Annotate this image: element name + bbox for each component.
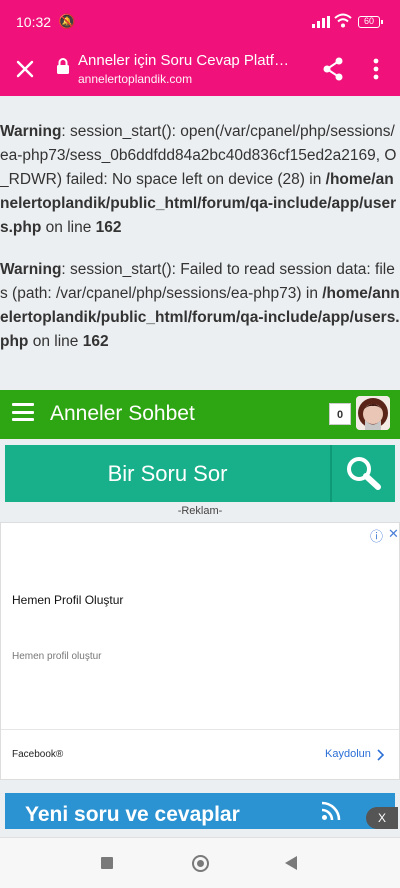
avatar[interactable]: [356, 396, 390, 430]
ask-question-button[interactable]: Bir Soru Sor: [5, 445, 330, 502]
dismiss-button[interactable]: X: [366, 807, 398, 829]
warning-on-line: on line: [28, 333, 83, 350]
browser-toolbar: Anneler için Soru Cevap Platf… annelerto…: [0, 44, 400, 96]
more-vert-icon[interactable]: [366, 56, 386, 82]
chevron-right-icon[interactable]: [376, 749, 386, 761]
status-bar: 10:32 🔕 60: [0, 0, 400, 44]
ad-card[interactable]: ⓘ ✕ Hemen Profil Oluştur Hemen profil ol…: [0, 522, 400, 780]
ad-advertiser: Facebook®: [12, 749, 64, 760]
ad-cta-button[interactable]: Kaydolun: [325, 748, 371, 760]
system-nav-bar: [0, 837, 400, 888]
ad-label: -Reklam-: [177, 505, 223, 517]
lock-icon: [57, 58, 69, 74]
home-icon[interactable]: [192, 855, 209, 872]
rss-icon[interactable]: [321, 801, 341, 821]
feed-title[interactable]: Yeni soru ve cevaplar: [25, 803, 240, 827]
ask-question-bar: Bir Soru Sor: [5, 445, 395, 502]
ad-divider: [1, 729, 399, 730]
notification-badge[interactable]: 0: [329, 403, 351, 425]
ad-headline[interactable]: Hemen Profil Oluştur: [12, 593, 123, 607]
signal-icon: [312, 16, 330, 28]
ad-close-icon[interactable]: ✕: [388, 526, 399, 542]
php-warnings: Warning: session_start(): open(/var/cpan…: [0, 120, 400, 372]
battery-icon: 60: [358, 16, 383, 28]
feed-banner[interactable]: Yeni soru ve cevaplar: [5, 793, 395, 829]
close-icon[interactable]: [12, 56, 38, 82]
warning-message: Warning: session_start(): open(/var/cpan…: [0, 120, 400, 240]
adchoices-icon[interactable]: ⓘ: [370, 526, 383, 545]
warning-label: Warning: [0, 261, 62, 278]
ad-body: Hemen profil oluştur: [12, 651, 102, 662]
site-header: Anneler Sohbet 0: [0, 390, 400, 439]
recents-icon[interactable]: [101, 857, 113, 869]
warning-label: Warning: [0, 123, 62, 140]
avatar-image: [356, 396, 390, 430]
back-icon[interactable]: [285, 856, 297, 870]
page-title[interactable]: Anneler için Soru Cevap Platf…: [78, 52, 306, 69]
warning-line: 162: [82, 333, 109, 350]
warning-on-line: on line: [41, 219, 96, 236]
wifi-icon: [334, 13, 352, 28]
page-url[interactable]: annelertoplandik.com: [78, 72, 192, 86]
warning-line: 162: [95, 219, 122, 236]
share-icon[interactable]: [322, 56, 344, 82]
search-icon[interactable]: [332, 445, 395, 502]
status-time: 10:32: [16, 14, 52, 30]
mute-icon: 🔕: [58, 13, 76, 29]
hamburger-icon[interactable]: [12, 403, 34, 421]
site-title[interactable]: Anneler Sohbet: [50, 402, 195, 426]
warning-message: Warning: session_start(): Failed to read…: [0, 258, 400, 354]
